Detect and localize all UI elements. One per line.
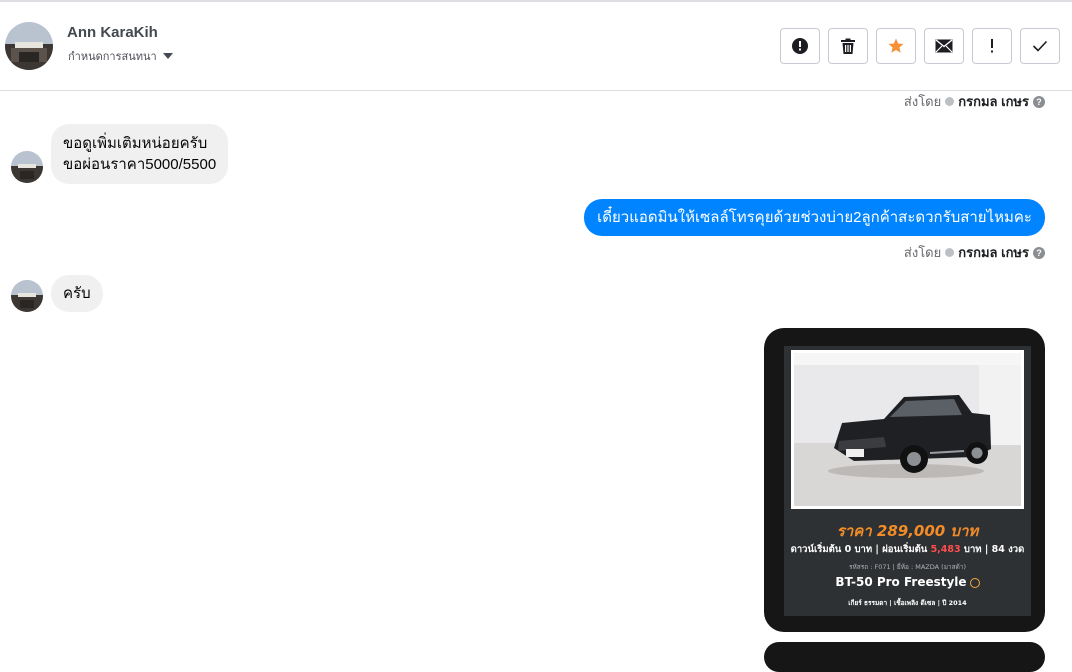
message-text: ขอผ่อนราคา5000/5500 <box>63 156 217 173</box>
star-icon <box>888 38 904 53</box>
mark-unread-button[interactable] <box>924 28 964 64</box>
help-icon[interactable]: ? <box>1033 95 1045 108</box>
car-price: ราคา 289,000 บาท <box>836 522 979 540</box>
financing-info: ดาวน์เริ่มต้น 0 บาท | ผ่อนเริ่มต้น 5,483… <box>784 542 1031 557</box>
trash-icon <box>841 38 855 54</box>
contact-avatar-small[interactable] <box>11 151 43 183</box>
conversation-header: Ann KaraKih กำหนดการสนทนา <box>0 2 1072 91</box>
sent-by-prefix: ส่งโดย <box>903 245 942 260</box>
verified-check-icon <box>969 577 980 588</box>
delete-button[interactable] <box>828 28 868 64</box>
financing-suffix: บาท | 84 งวด <box>960 544 1025 555</box>
conversation-schedule-dropdown[interactable]: กำหนดการสนทนา <box>68 47 173 65</box>
follow-up-button[interactable] <box>972 28 1012 64</box>
sent-by-info: ส่งโดย กรกมล เกษร ? <box>904 242 1045 263</box>
financing-prefix: ดาวน์เริ่มต้น 0 บาท | ผ่อนเริ่มต้น <box>790 544 931 555</box>
car-specs: เกียร์ ธรรมดา | เชื้อเพลิง ดีเซล | ปี 20… <box>848 599 967 607</box>
car-code-brand: รหัสรถ : F071 | ยี่ห้อ : MAZDA (มาสด้า) <box>848 563 967 571</box>
message-text: ขอดูเพิ่มเติมหน่อยครับ <box>63 135 208 152</box>
car-model-name: BT-50 Pro Freestyle <box>835 575 967 589</box>
sent-by-name[interactable]: กรกมล เกษร <box>958 242 1029 263</box>
conversation-schedule-label: กำหนดการสนทนา <box>68 51 157 63</box>
alert-circle-icon <box>792 38 808 54</box>
help-icon[interactable]: ? <box>1033 246 1045 259</box>
incoming-message[interactable]: ครับ <box>51 275 103 312</box>
sent-by-info: ส่งโดย กรกมล เกษร ? <box>904 91 1045 112</box>
contact-avatar[interactable] <box>5 22 53 70</box>
chevron-down-icon <box>162 53 173 59</box>
contact-name[interactable]: Ann KaraKih <box>67 24 158 41</box>
outgoing-message[interactable]: เดี๋ยวแอดมินให้เซลล์โทรคุยด้วยช่วงบ่าย2ล… <box>584 199 1045 236</box>
sent-by-name[interactable]: กรกมล เกษร <box>958 91 1029 112</box>
car-listing-image-message[interactable]: ราคา 289,000 บาท ดาวน์เริ่มต้น 0 บาท | ผ… <box>764 328 1045 632</box>
contact-avatar-small[interactable] <box>11 280 43 312</box>
exclamation-icon <box>991 39 993 53</box>
car-photo <box>791 350 1024 509</box>
header-actions <box>780 28 1060 64</box>
mark-spam-button[interactable] <box>780 28 820 64</box>
envelope-icon <box>935 39 953 53</box>
mark-done-button[interactable] <box>1020 28 1060 64</box>
incoming-message[interactable]: ขอดูเพิ่มเติมหน่อยครับ ขอผ่อนราคา5000/55… <box>51 124 229 184</box>
star-button[interactable] <box>876 28 916 64</box>
car-listing-card: ราคา 289,000 บาท ดาวน์เริ่มต้น 0 บาท | ผ… <box>784 346 1031 616</box>
next-image-message[interactable] <box>764 642 1045 672</box>
sent-by-prefix: ส่งโดย <box>903 94 942 109</box>
car-model: BT-50 Pro Freestyle <box>784 575 1031 589</box>
sent-check-icon <box>945 248 955 257</box>
check-icon <box>1032 40 1048 52</box>
monthly-payment: 5,483 <box>930 544 961 555</box>
message-text: เดี๋ยวแอดมินให้เซลล์โทรคุยด้วยช่วงบ่าย2ล… <box>597 209 1032 226</box>
sent-check-icon <box>945 97 955 106</box>
message-text: ครับ <box>63 285 91 302</box>
